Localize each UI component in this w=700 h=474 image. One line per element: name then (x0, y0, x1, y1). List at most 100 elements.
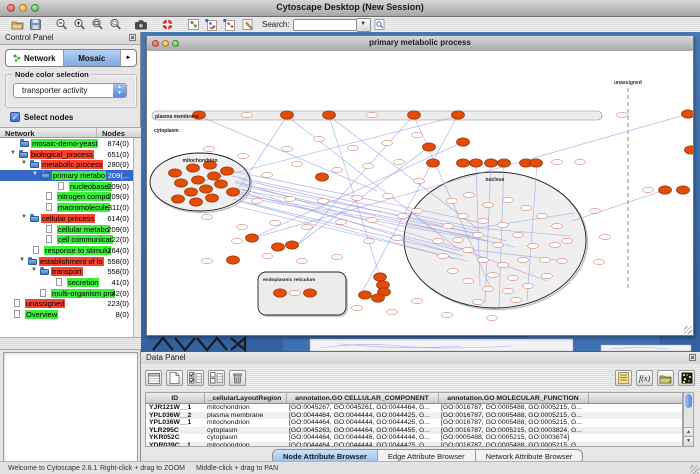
network-node[interactable] (372, 294, 385, 302)
network-node[interactable] (172, 195, 185, 203)
tree-row[interactable]: ▼transport558(0) (0, 266, 133, 277)
expand-arrow-icon[interactable]: ▼ (10, 150, 16, 156)
network-node-label[interactable] (367, 112, 378, 117)
tree-row[interactable]: macromolecule311(0) (0, 202, 133, 213)
float-panel-icon[interactable] (689, 354, 696, 361)
unselect-attributes-button[interactable] (208, 370, 225, 386)
network-node-label[interactable] (458, 213, 469, 218)
network-node-label[interactable] (464, 192, 475, 197)
network-node-label[interactable] (383, 193, 394, 198)
network-node-label[interactable] (290, 290, 301, 295)
network-node-label[interactable] (557, 258, 568, 263)
network-node-label[interactable] (562, 238, 573, 243)
table-row[interactable]: YPL036W__1mitochondrion[GO:0044464, GO:0… (146, 419, 683, 427)
table-row[interactable]: YLR295Ccytoplasm[GO:0045263, GO:0044464,… (146, 427, 683, 435)
network-node-label[interactable] (412, 132, 423, 137)
network-node[interactable] (206, 194, 219, 202)
network-node-label[interactable] (483, 202, 494, 207)
float-panel-icon[interactable] (129, 34, 136, 41)
network-node-label[interactable] (493, 242, 504, 247)
network-node[interactable] (457, 138, 470, 146)
scroll-down-icon[interactable]: ▼ (684, 436, 693, 446)
network-node-label[interactable] (285, 196, 296, 201)
table-row[interactable]: YPL036W__2plasma membrane[GO:0044464, GO… (146, 412, 683, 420)
network-node-label[interactable] (314, 136, 325, 141)
search-options-button[interactable] (373, 18, 387, 31)
network-node[interactable] (452, 111, 465, 119)
network-node-label[interactable] (438, 253, 449, 258)
network-node-label[interactable] (542, 273, 553, 278)
network-node-label[interactable] (503, 288, 514, 293)
help-button[interactable] (160, 18, 174, 31)
network-node-label[interactable] (617, 112, 628, 117)
report-button[interactable] (615, 370, 632, 386)
new-attribute-button[interactable] (166, 370, 183, 386)
network-node[interactable] (190, 198, 203, 206)
network-node-label[interactable] (292, 161, 303, 166)
network-node-label[interactable] (282, 146, 293, 151)
network-node-label[interactable] (478, 218, 489, 223)
network-merge-button[interactable] (204, 18, 218, 31)
tree-row[interactable]: ▼establishment of lo558(0) (0, 256, 133, 267)
network-node-label[interactable] (398, 213, 409, 218)
network-node[interactable] (374, 273, 387, 281)
network-node[interactable] (200, 185, 213, 193)
network-window-titlebar[interactable]: primary metabolic process (147, 36, 693, 52)
network-node-label[interactable] (508, 275, 519, 280)
network-node[interactable] (423, 143, 436, 151)
network-node-label[interactable] (483, 286, 494, 291)
table-row[interactable]: YJR121W__1mitochondrion[GO:0045267, GO:0… (146, 404, 683, 412)
tree-row[interactable]: mosaic-demo-yeast874(0) (0, 138, 133, 149)
tree-row[interactable]: ▼cellular process614(0) (0, 213, 133, 224)
network-node-label[interactable] (414, 178, 425, 183)
network-node[interactable] (221, 167, 234, 175)
network-node-label[interactable] (433, 238, 444, 243)
network-node-label[interactable] (523, 283, 534, 288)
network-node-label[interactable] (550, 242, 561, 247)
network-node-label[interactable] (364, 238, 375, 243)
network-node-label[interactable] (443, 223, 454, 228)
tree-row[interactable]: Overview8(0) (0, 309, 133, 320)
table-column-header[interactable]: annotation.GO CELLULAR_COMPONENT (286, 393, 438, 404)
expand-arrow-icon[interactable]: ▼ (19, 257, 25, 263)
network-node-label[interactable] (498, 222, 509, 227)
network-node-label[interactable] (252, 198, 263, 203)
search-dropdown-button[interactable]: ▼ (357, 18, 371, 32)
tree-row[interactable]: ▼biological_process651(0) (0, 149, 133, 160)
network-node-label[interactable] (318, 198, 329, 203)
network-node-label[interactable] (511, 297, 522, 302)
tree-row[interactable]: cellular metabo209(0) (0, 224, 133, 235)
network-node-label[interactable] (463, 247, 474, 252)
table-row[interactable]: YKR052Ccytoplasm[GO:0044464, GO:0044446,… (146, 434, 683, 442)
annotation-button[interactable] (186, 18, 200, 31)
network-node-label[interactable] (367, 217, 378, 222)
network-node-label[interactable] (600, 234, 611, 239)
network-node-label[interactable] (552, 223, 563, 228)
network-node[interactable] (227, 256, 240, 264)
network-node-label[interactable] (262, 172, 273, 177)
attribute-table-button[interactable] (145, 370, 162, 386)
network-node-label[interactable] (478, 257, 489, 262)
network-node[interactable] (215, 180, 228, 188)
app-resize-grip[interactable] (690, 465, 699, 474)
expand-arrow-icon[interactable]: ▼ (31, 267, 37, 273)
network-node-label[interactable] (204, 146, 215, 151)
birdseye-view[interactable] (3, 352, 138, 474)
tab-overflow-arrow-icon[interactable]: ► (121, 50, 136, 66)
zoom-fit-button[interactable] (90, 18, 104, 31)
tree-row[interactable]: multi-organism pro42(0) (0, 288, 133, 299)
network-node-label[interactable] (463, 278, 474, 283)
node-color-dropdown[interactable]: transporter activity ▲▼ (13, 83, 127, 98)
network-node[interactable] (272, 243, 285, 251)
network-node[interactable] (498, 159, 511, 167)
network-node-label[interactable] (643, 187, 654, 192)
network-node-label[interactable] (202, 258, 213, 263)
attribute-table[interactable]: ID_cellularLayoutRegionannotation.GO CEL… (145, 392, 683, 447)
network-node[interactable] (187, 164, 200, 172)
network-node-label[interactable] (336, 219, 347, 224)
network-node-label[interactable] (540, 257, 551, 262)
network-node-label[interactable] (332, 167, 343, 172)
network-canvas[interactable]: plasma membranecytoplasmmitochondrionnuc… (147, 51, 693, 335)
network-node[interactable] (408, 111, 421, 119)
tree-row[interactable]: nucleobase-209(0) (0, 181, 133, 192)
